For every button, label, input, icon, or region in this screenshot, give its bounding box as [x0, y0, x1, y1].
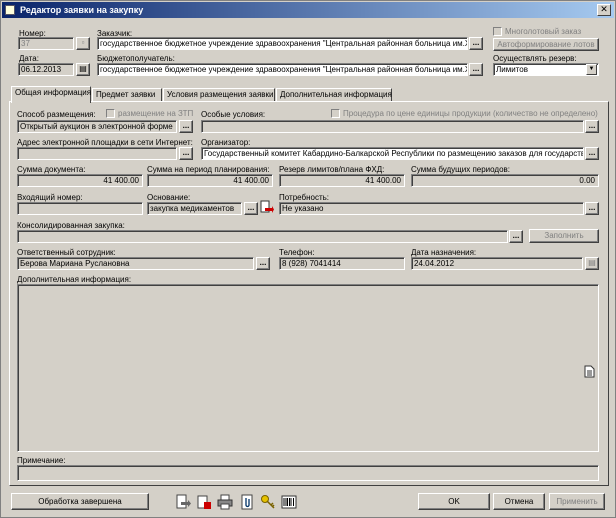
organizer-label: Организатор:	[201, 138, 251, 147]
tab-general[interactable]: Общая информация	[11, 86, 91, 103]
responsible-label: Ответственный сотрудник:	[17, 248, 116, 257]
date-label: Дата:	[19, 54, 39, 63]
future-sum-label: Сумма будущих периодов:	[411, 165, 511, 174]
recipient-select-button[interactable]: ...	[469, 63, 483, 76]
additional-memo[interactable]	[17, 284, 599, 452]
date-field[interactable]: 06.12.2013	[18, 63, 74, 76]
site-field[interactable]	[17, 147, 177, 160]
assign-date-label: Дата назначения:	[411, 248, 477, 257]
special-select-button[interactable]: ...	[585, 120, 599, 133]
attachment-icon[interactable]	[239, 494, 255, 510]
organizer-select-button[interactable]: ...	[585, 147, 599, 160]
basis-label: Основание:	[147, 193, 191, 202]
reserve-select[interactable]: Лимитов ▼	[493, 63, 599, 76]
special-label: Особые условия:	[201, 110, 266, 119]
document-arrow-icon[interactable]	[175, 494, 191, 510]
organizer-field[interactable]: Государственный комитет Кабардино-Балкар…	[201, 147, 584, 160]
number-edit-button[interactable]: ▫	[76, 37, 90, 50]
unit-price-checkbox[interactable]	[331, 109, 340, 118]
consolidated-field[interactable]	[17, 230, 508, 243]
calendar-icon[interactable]: ▤	[585, 257, 599, 270]
reserve-label: Осуществлять резерв:	[493, 54, 577, 63]
consolidated-select-button[interactable]: ...	[509, 230, 523, 243]
apply-button[interactable]: Применить	[549, 493, 605, 510]
app-icon	[5, 5, 15, 15]
phone-field[interactable]: 8 (928) 7041414	[279, 257, 405, 270]
placement-label: Способ размещения:	[17, 110, 96, 119]
incoming-field[interactable]	[17, 202, 143, 215]
doc-sum-field[interactable]: 41 400.00	[17, 174, 143, 187]
ztp-label: размещение на ЗТП	[118, 109, 194, 118]
ok-button[interactable]: OK	[418, 493, 490, 510]
number-field[interactable]: 37	[18, 37, 74, 50]
site-label: Адрес электронной площадки в сети Интерн…	[17, 138, 193, 147]
close-button[interactable]: ✕	[597, 4, 611, 16]
basis-field[interactable]: закупка медикаментов	[147, 202, 242, 215]
print-preview-icon[interactable]	[196, 494, 212, 510]
site-select-button[interactable]: ...	[179, 147, 193, 160]
tab-subject[interactable]: Предмет заявки	[92, 88, 162, 102]
need-select-button[interactable]: ...	[585, 202, 599, 215]
unit-price-label: Процедура по цене единицы продукции (кол…	[343, 109, 598, 118]
customer-field[interactable]: государственное бюджетное учреждение здр…	[97, 37, 468, 50]
editor-window: Редактор заявки на закупку ✕ Номер: 37 ▫…	[0, 0, 616, 518]
recipient-field[interactable]: государственное бюджетное учреждение здр…	[97, 63, 468, 76]
incoming-label: Входящий номер:	[17, 193, 83, 202]
note-field[interactable]	[17, 465, 599, 481]
note-label: Примечание:	[17, 456, 66, 465]
title-bar: Редактор заявки на закупку ✕	[2, 2, 614, 18]
future-sum-field[interactable]: 0.00	[411, 174, 599, 187]
need-label: Потребность:	[279, 193, 329, 202]
plan-sum-field[interactable]: 41 400.00	[147, 174, 273, 187]
placement-field[interactable]: Открытый аукцион в электронной форме	[17, 120, 177, 133]
consolidated-label: Консолидированная закупка:	[17, 221, 125, 230]
autolots-button[interactable]: Автоформирование лотов	[493, 38, 599, 51]
assign-date-field[interactable]: 24.04.2012	[411, 257, 583, 270]
calendar-icon[interactable]: ▤	[76, 63, 90, 76]
reserve-value: Лимитов	[496, 65, 528, 74]
additional-label: Дополнительная информация:	[17, 275, 132, 284]
done-button[interactable]: Обработка завершена	[11, 493, 149, 510]
responsible-field[interactable]: Берова Мариана Руслановна	[17, 257, 254, 270]
chevron-down-icon[interactable]: ▼	[586, 64, 597, 75]
tab-conditions[interactable]: Условия размещения заявки	[163, 88, 275, 102]
basis-select-button[interactable]: ...	[244, 202, 258, 215]
tab-additional[interactable]: Дополнительная информация	[276, 88, 392, 102]
print-icon[interactable]	[217, 494, 233, 510]
multilot-label: Многолотовый заказ	[505, 27, 582, 36]
cancel-button[interactable]: Отмена	[493, 493, 545, 510]
placement-select-button[interactable]: ...	[179, 120, 193, 133]
fill-button[interactable]: Заполнить	[529, 229, 599, 243]
document-arrow-icon[interactable]	[260, 200, 274, 215]
reserve-sum-field[interactable]: 41 400.00	[279, 174, 405, 187]
ztp-checkbox[interactable]	[106, 109, 115, 118]
plan-sum-label: Сумма на период планирования:	[147, 165, 270, 174]
customer-select-button[interactable]: ...	[469, 37, 483, 50]
key-icon[interactable]	[260, 494, 276, 510]
need-field[interactable]: Не указано	[279, 202, 584, 215]
multilot-checkbox[interactable]	[493, 27, 502, 36]
reserve-sum-label: Резерв лимитов/плана ФХД:	[279, 165, 385, 174]
barcode-icon[interactable]	[281, 494, 297, 510]
recipient-label: Бюджетополучатель:	[97, 54, 175, 63]
doc-sum-label: Сумма документа:	[17, 165, 86, 174]
document-icon[interactable]	[584, 365, 595, 378]
phone-label: Телефон:	[279, 248, 315, 257]
special-field[interactable]	[201, 120, 584, 133]
window-title: Редактор заявки на закупку	[20, 5, 144, 15]
responsible-select-button[interactable]: ...	[256, 257, 270, 270]
